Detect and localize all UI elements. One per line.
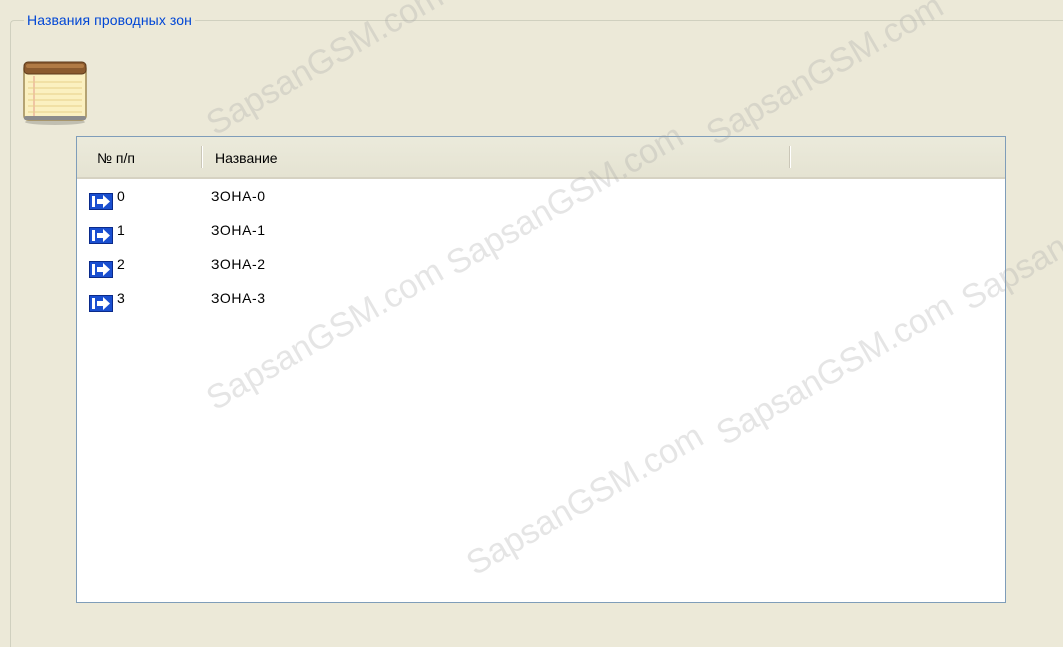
arrow-right-icon: [89, 222, 113, 244]
arrow-right-icon: [89, 188, 113, 210]
column-separator[interactable]: [201, 146, 203, 168]
arrow-right-icon: [89, 290, 113, 312]
column-separator[interactable]: [789, 146, 791, 168]
list-item[interactable]: 2 ЗОНА-2: [77, 247, 1005, 281]
zones-list[interactable]: № п/п Название 0 ЗОНА-0 1 ЗОНА-1 2 ЗОНА-…: [76, 136, 1006, 603]
row-name: ЗОНА-0: [211, 188, 266, 204]
row-number: 3: [117, 290, 125, 306]
row-name: ЗОНА-1: [211, 222, 266, 238]
row-number: 2: [117, 256, 125, 272]
row-name: ЗОНА-3: [211, 290, 266, 306]
arrow-right-icon: [89, 256, 113, 278]
list-item[interactable]: 3 ЗОНА-3: [77, 281, 1005, 315]
row-number: 1: [117, 222, 125, 238]
group-title: Названия проводных зон: [24, 10, 195, 30]
list-header: № п/п Название: [77, 137, 1005, 179]
row-number: 0: [117, 188, 125, 204]
list-item[interactable]: 0 ЗОНА-0: [77, 179, 1005, 213]
row-name: ЗОНА-2: [211, 256, 266, 272]
zone-names-panel: Названия проводных зон № п/п Название 0 …: [0, 0, 1063, 647]
column-header-number[interactable]: № п/п: [97, 137, 197, 177]
column-header-name[interactable]: Название: [215, 137, 615, 177]
notepad-icon: [22, 56, 88, 126]
list-body: 0 ЗОНА-0 1 ЗОНА-1 2 ЗОНА-2 3 ЗОНА-3: [77, 179, 1005, 315]
list-item[interactable]: 1 ЗОНА-1: [77, 213, 1005, 247]
